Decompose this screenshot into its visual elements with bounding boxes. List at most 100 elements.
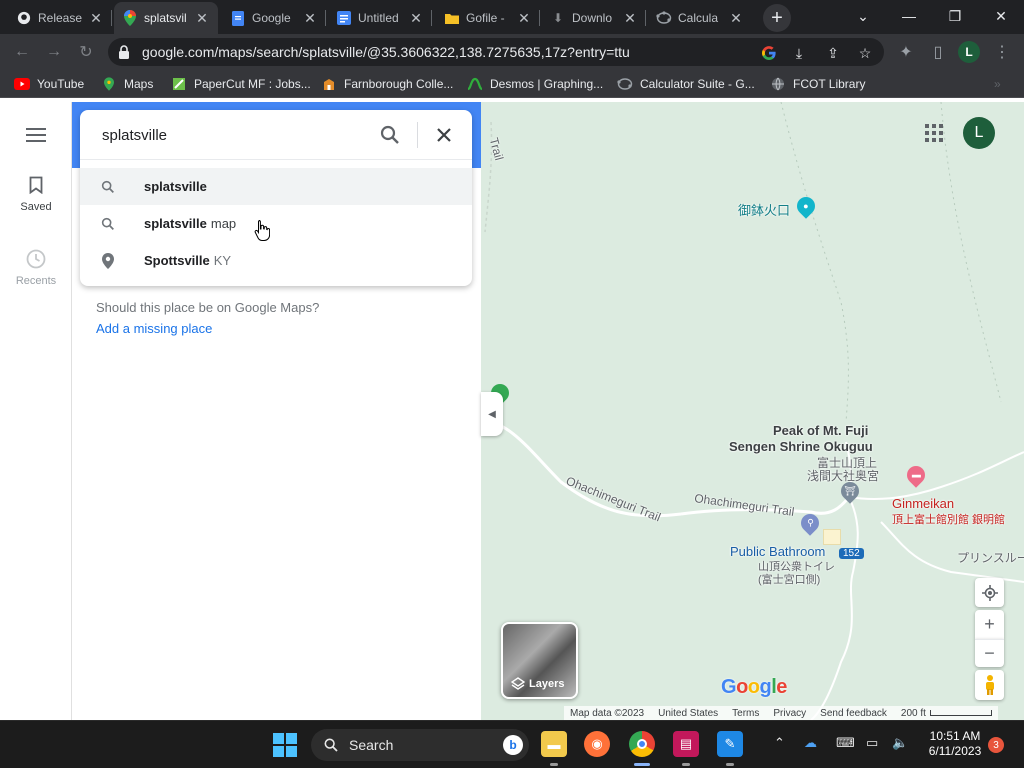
search-box-card: splatsville splatsville map Spottsville … [80, 110, 472, 286]
zoom-out-button[interactable]: − [975, 639, 1004, 667]
search-row [80, 110, 472, 160]
tab-separator [539, 10, 540, 26]
running-indicator [550, 763, 558, 766]
send-feedback-link[interactable]: Send feedback [820, 708, 887, 719]
tab-gofile[interactable]: Gofile - ✕ [436, 2, 540, 34]
system-clock[interactable]: 10:51 AM 6/11/2023 [918, 729, 992, 759]
privacy-link[interactable]: Privacy [773, 708, 806, 719]
bookmark-fcot-library[interactable]: FCOT Library [770, 75, 865, 93]
suggestion-item[interactable]: splatsville map [80, 205, 472, 242]
close-icon[interactable] [432, 123, 456, 147]
minimize-button[interactable]: — [886, 0, 932, 32]
account-avatar[interactable]: L [963, 117, 995, 149]
tab-google-maps[interactable]: splatsvil ✕ [114, 2, 218, 34]
map-label: プリンスルー [957, 551, 1024, 565]
tab-separator [111, 10, 112, 26]
keyboard-icon[interactable]: ⌨ [836, 735, 855, 751]
search-icon [98, 214, 118, 234]
clock-time: 10:51 AM [929, 729, 981, 743]
address-bar[interactable]: google.com/maps/search/splatsville/@35.3… [108, 38, 884, 66]
hand-cursor-icon [254, 220, 270, 241]
share-icon[interactable]: ⇪ [824, 44, 842, 62]
notification-badge[interactable]: 3 [988, 737, 1004, 753]
close-tab-icon[interactable]: ✕ [516, 10, 532, 27]
close-tab-icon[interactable]: ✕ [728, 10, 744, 27]
search-input[interactable] [102, 122, 372, 148]
tab-release[interactable]: Release ✕ [8, 2, 112, 34]
tab-title: Google [252, 11, 291, 25]
new-tab-button[interactable]: + [763, 4, 791, 32]
tab-search-chevron-icon[interactable]: ⌄ [840, 0, 886, 32]
tab-untitled[interactable]: Untitled ✕ [328, 2, 432, 34]
google-logo: Google [721, 676, 787, 698]
search-icon [324, 738, 338, 752]
suggestion-rest-text: map [210, 216, 237, 231]
menu-icon[interactable] [26, 128, 46, 142]
profile-avatar[interactable]: L [958, 41, 980, 63]
papercut-icon [171, 76, 187, 92]
saved-button[interactable]: Saved [0, 176, 72, 213]
bookmark-youtube[interactable]: YouTube [14, 75, 84, 93]
suggestion-item[interactable]: Spottsville KY [80, 242, 472, 279]
windows-start-icon[interactable] [273, 733, 297, 757]
close-tab-icon[interactable]: ✕ [88, 10, 104, 27]
terms-link[interactable]: Terms [732, 708, 759, 719]
chrome-icon[interactable] [629, 731, 655, 757]
tab-separator [325, 10, 326, 26]
close-window-button[interactable]: ✕ [978, 0, 1024, 32]
tab-calculator[interactable]: Calcula ✕ [648, 2, 752, 34]
region-link[interactable]: United States [658, 708, 718, 719]
scale-label[interactable]: 200 ft [901, 708, 926, 719]
my-location-button[interactable] [975, 578, 1004, 607]
side-panel-icon[interactable]: ▯ [926, 40, 950, 64]
more-menu-icon[interactable]: ⋮ [990, 40, 1014, 64]
suggestion-item[interactable]: splatsville [80, 168, 472, 205]
reload-button[interactable]: ↻ [74, 40, 98, 64]
bookmark-star-icon[interactable]: ☆ [856, 44, 874, 62]
missing-place-prompt: Should this place be on Google Maps? Add… [96, 300, 319, 336]
forward-button[interactable]: → [42, 40, 66, 64]
close-tab-icon[interactable]: ✕ [302, 10, 318, 27]
google-lens-icon[interactable] [760, 44, 778, 62]
network-icon[interactable]: ▭ [866, 735, 878, 751]
collapse-panel-button[interactable]: ◀ [481, 392, 503, 436]
building-footprint [823, 529, 841, 545]
back-button[interactable]: ← [10, 40, 34, 64]
close-tab-icon[interactable]: ✕ [408, 10, 424, 27]
tab-google-docs[interactable]: Google ✕ [222, 2, 326, 34]
file-explorer-icon[interactable]: ▬ [541, 731, 567, 757]
street-view-pegman[interactable] [975, 670, 1004, 700]
google-apps-icon[interactable] [925, 124, 943, 142]
media-app-icon[interactable]: ▤ [673, 731, 699, 757]
bookmark-farnborough[interactable]: Farnborough Colle... [321, 75, 453, 93]
install-app-icon[interactable]: ⤓ [790, 44, 808, 62]
bookmarks-overflow-icon[interactable]: » [994, 75, 1001, 93]
bookmark-calculator-suite[interactable]: Calculator Suite - G... [617, 75, 755, 93]
recents-button[interactable]: Recents [0, 248, 72, 287]
paint-app-icon[interactable]: ✎ [717, 731, 743, 757]
layers-label-group: Layers [511, 677, 564, 691]
map-canvas[interactable]: Trail 御鉢火口 ● Peak of Mt. Fuji Sengen Shr… [481, 102, 1024, 720]
onedrive-icon[interactable]: ☁ [804, 735, 817, 751]
volume-icon[interactable]: 🔈 [892, 735, 908, 751]
layers-button[interactable]: Layers [501, 622, 578, 699]
search-icon[interactable] [378, 123, 402, 147]
bookmark-papercut[interactable]: PaperCut MF : Jobs... [171, 75, 311, 93]
extensions-puzzle-icon[interactable]: ✦ [894, 40, 918, 64]
firefox-icon[interactable]: ◉ [584, 731, 610, 757]
tab-download[interactable]: ⬇ Downlo ✕ [542, 2, 646, 34]
close-tab-icon[interactable]: ✕ [622, 10, 638, 27]
zoom-in-button[interactable]: + [975, 610, 1004, 639]
college-icon [321, 76, 337, 92]
bookmark-desmos[interactable]: Desmos | Graphing... [467, 75, 603, 93]
bookmark-maps[interactable]: Maps [101, 75, 153, 93]
show-hidden-icons-chevron[interactable]: ⌃ [774, 735, 785, 751]
maximize-button[interactable]: ❐ [932, 0, 978, 32]
taskbar-search-box[interactable]: Search b [311, 729, 529, 761]
add-missing-place-link[interactable]: Add a missing place [96, 321, 319, 336]
google-docs-icon [336, 10, 352, 26]
close-tab-icon[interactable]: ✕ [194, 10, 210, 27]
suggestion-bold-text: splatsville [144, 179, 207, 194]
bookmark-icon [29, 176, 43, 195]
youtube-icon [14, 76, 30, 92]
